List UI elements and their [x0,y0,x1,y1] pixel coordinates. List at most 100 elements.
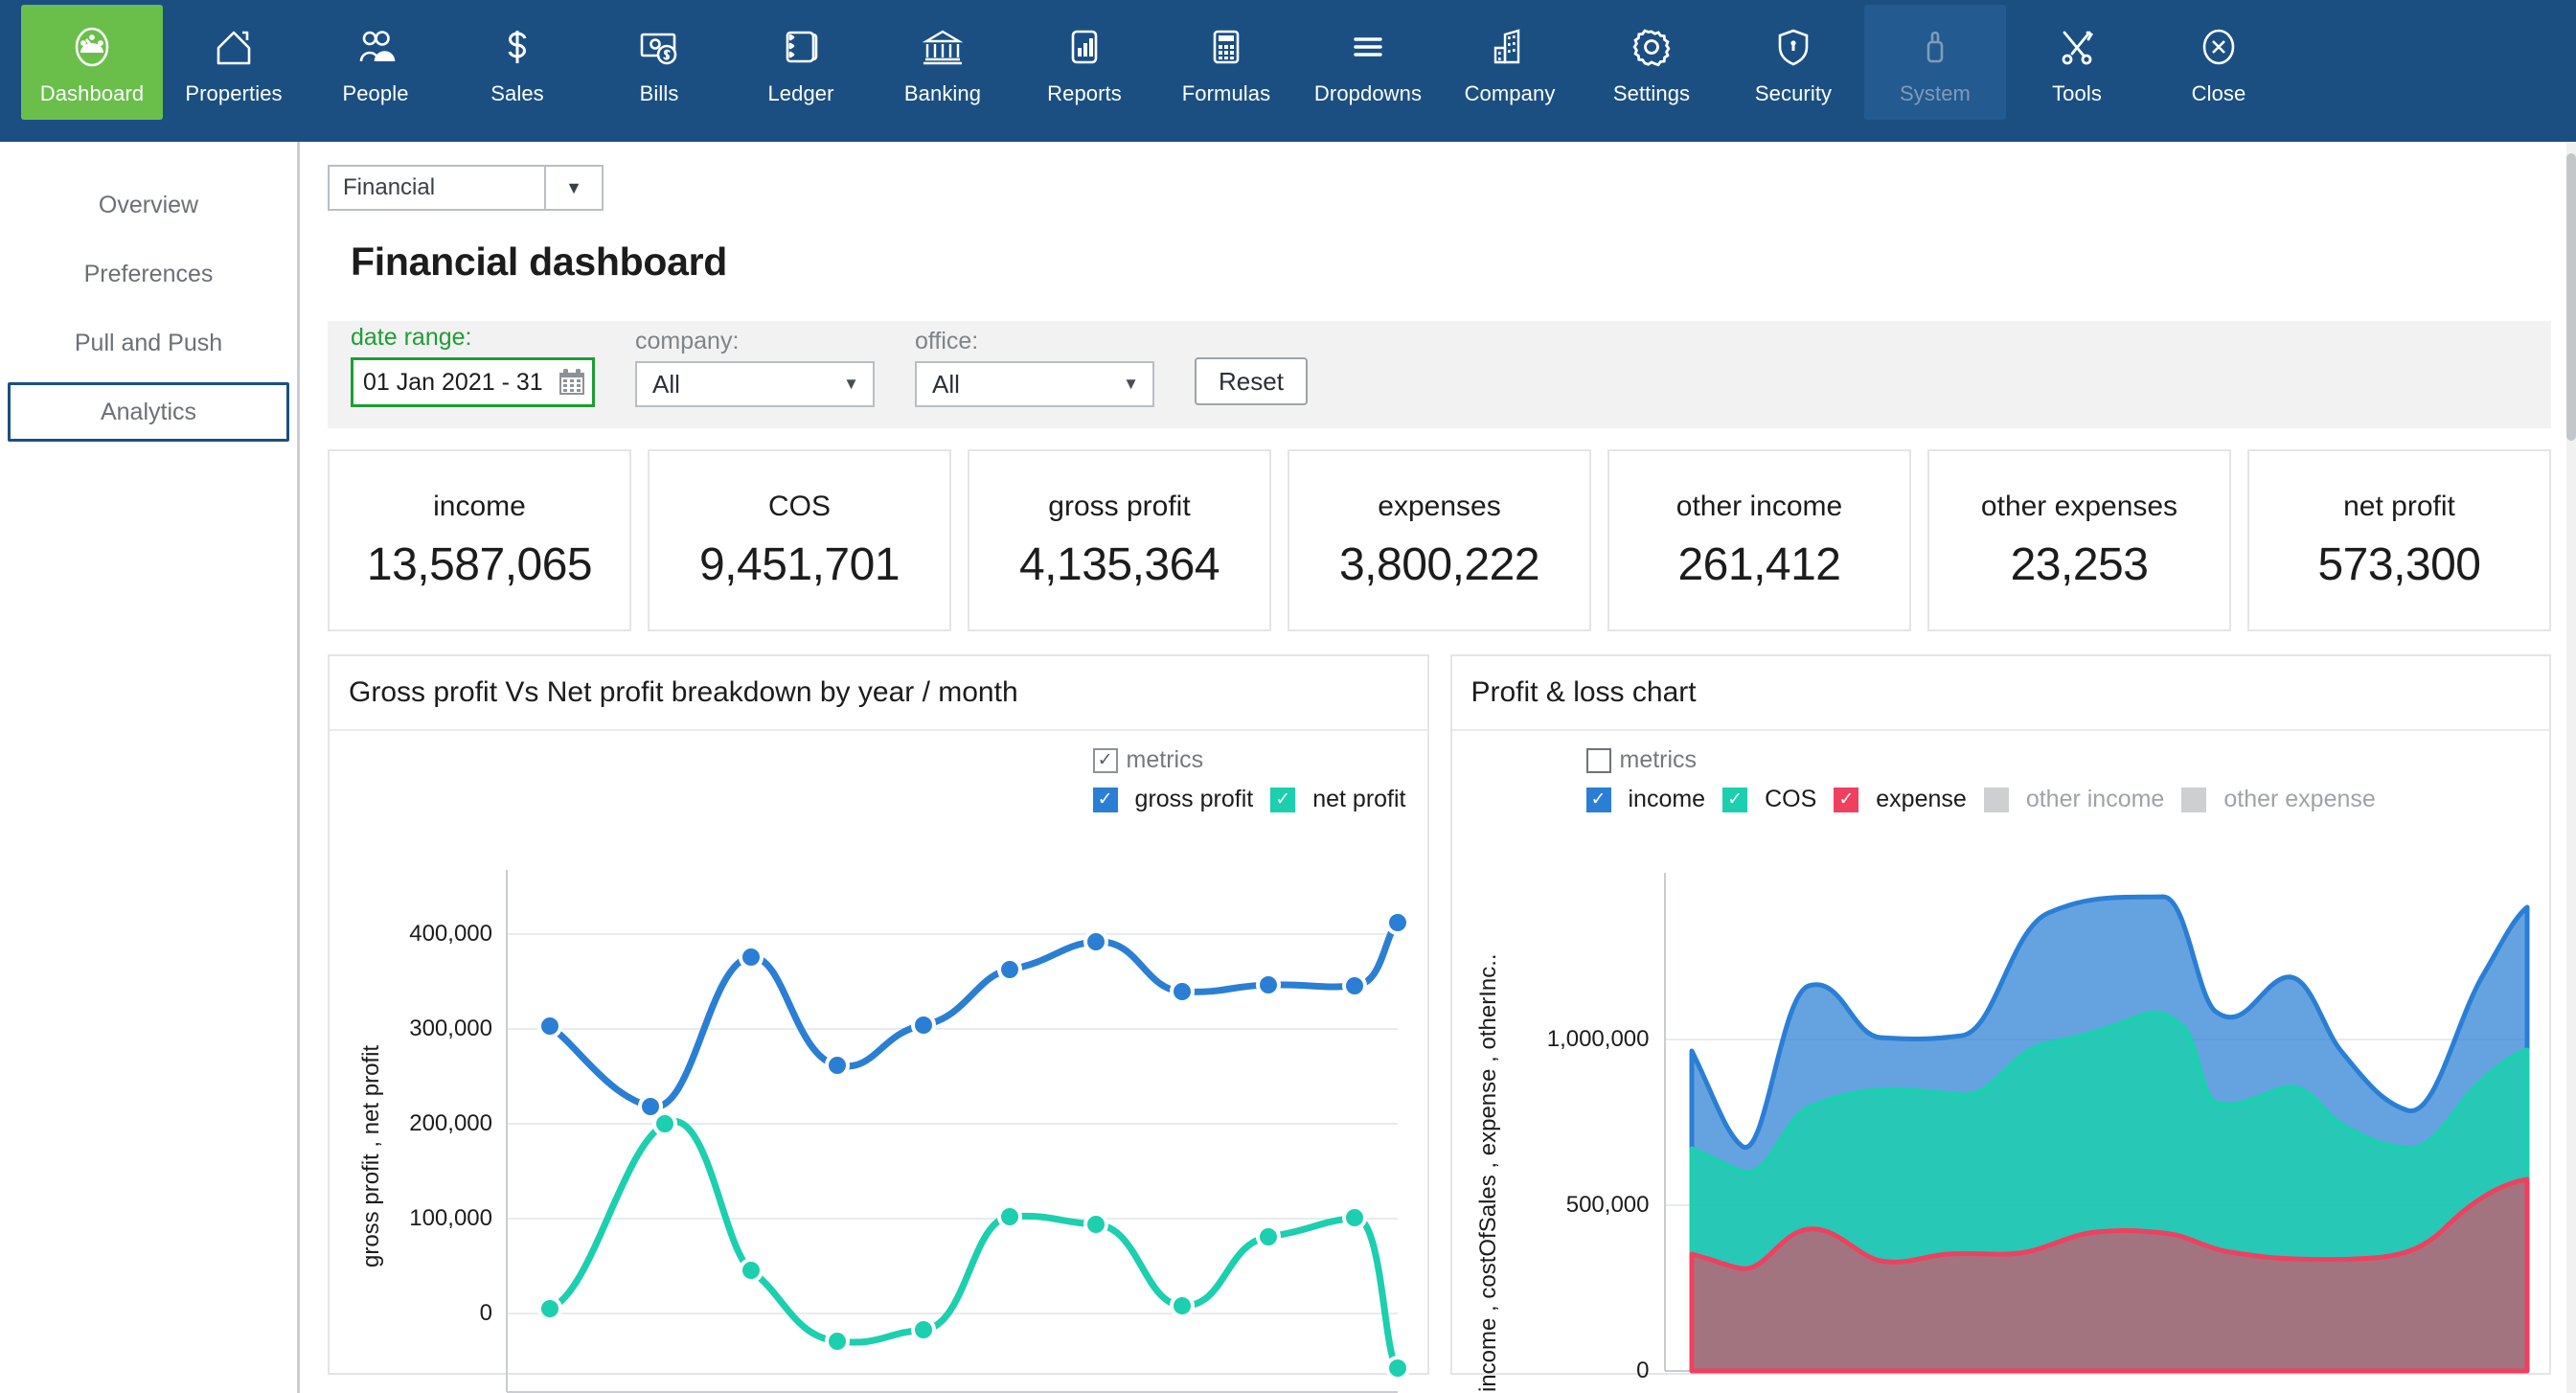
kpi-card-net-profit: net profit 573,300 [2247,449,2551,631]
date-range-field: date range: 01 Jan 2021 - 31 [351,324,595,407]
legend-item-gross-profit[interactable]: ✓ gross profit [1092,786,1253,813]
kpi-value: 3,800,222 [1338,538,1540,590]
legend-series-row: ✓ gross profit ✓ net profit [1092,786,1406,813]
nav-item-company[interactable]: Company [1439,5,1581,120]
legend-profit-loss: metrics ✓ income ✓ COS ✓ expense other i… [1585,746,2376,813]
office-value: All [932,369,960,399]
gauge-icon [69,20,115,74]
tools-icon [2055,20,2099,74]
nav-item-label: Reports [1047,81,1122,105]
chart-panel-profit-loss: Profit & loss chart metrics ✓ income ✓ C… [1449,654,2551,1392]
nav-item-label: Security [1754,81,1833,105]
nav-item-people[interactable]: People [305,5,446,120]
sidebar-item-preferences[interactable]: Preferences [8,244,289,304]
legend-label: expense [1876,786,1967,812]
kpi-card-other-expenses: other expenses 23,253 [1927,449,2231,631]
top-navigation-bar: Dashboard Properties People Sales Bills … [0,0,2576,142]
reset-button-label: Reset [1219,366,1284,396]
legend-header-row[interactable]: metrics [1585,746,2376,774]
legend-item-expense[interactable]: ✓ expense [1834,786,1967,813]
legend-item-cos[interactable]: ✓ COS [1722,786,1816,813]
company-label: company: [635,328,740,354]
checkbox-gross-profit-icon[interactable]: ✓ [1092,787,1118,812]
nav-item-settings[interactable]: Settings [1581,5,1722,120]
y-tick-label: 300,000 [409,1016,492,1041]
reset-button[interactable]: Reset [1195,357,1308,405]
checkbox-expense-icon[interactable]: ✓ [1834,787,1859,812]
nav-item-security[interactable]: Security [1722,5,1864,120]
checkbox-metrics-icon[interactable] [1585,747,1611,773]
nav-item-reports[interactable]: Reports [1014,5,1155,120]
office-field: office: All ▼ [915,328,1154,407]
nav-item-dashboard[interactable]: Dashboard [21,5,163,120]
legend-item-other-income[interactable]: other income [1983,786,2165,813]
legend-header-row[interactable]: ✓ metrics [1092,746,1406,774]
close-circle-icon [2197,20,2241,74]
calculator-icon [1205,20,1247,74]
nav-item-label: System [1900,81,1971,105]
kpi-label: COS [767,490,831,522]
sidebar-item-label: Preferences [83,260,214,287]
nav-item-properties[interactable]: Properties [163,5,305,120]
nav-item-label: Dropdowns [1313,81,1423,105]
filter-bar: date range: 01 Jan 2021 - 31 company: Al… [328,321,2551,428]
ledger-book-icon [779,20,823,74]
company-select[interactable]: All ▼ [635,361,875,407]
checkbox-income-icon[interactable]: ✓ [1585,787,1611,812]
nav-item-dropdowns[interactable]: Dropdowns [1297,5,1439,120]
page-title: Financial dashboard [351,240,727,284]
page-scrollbar-thumb[interactable] [2566,153,2576,441]
kpi-label: income [433,490,526,522]
nav-item-system[interactable]: System [1864,5,2006,120]
dashboard-type-select[interactable]: Financial ▼ [328,165,604,211]
kpi-card-income: income 13,587,065 [328,449,631,631]
nav-item-bills[interactable]: Bills [588,5,730,120]
y-tick-label: 200,000 [409,1110,492,1136]
kpi-value: 4,135,364 [1018,538,1220,590]
legend-item-income[interactable]: ✓ income [1585,786,1705,813]
legend-label: other income [2025,786,2165,812]
sidebar-item-pull-and-push[interactable]: Pull and Push [8,313,289,373]
kpi-label: other income [1676,490,1843,522]
banknote-dollar-icon [636,20,682,74]
chart-row: Gross profit Vs Net profit breakdown by … [328,654,2551,1393]
date-range-label: date range: [351,324,472,351]
y-tick-label: 100,000 [409,1205,492,1231]
lock-icon [1916,20,1954,74]
left-sidebar: Overview Preferences Pull and Push Analy… [0,142,300,1393]
kpi-value: 261,412 [1677,538,1841,590]
legend-item-net-profit[interactable]: ✓ net profit [1270,786,1406,813]
chart-title-gross-vs-net: Gross profit Vs Net profit breakdown by … [330,656,1427,731]
chevron-down-icon[interactable]: ▼ [544,167,602,209]
checkbox-other-expense-icon[interactable] [2181,787,2207,812]
checkbox-other-income-icon[interactable] [1983,787,2009,812]
chevron-down-icon: ▼ [1123,375,1139,393]
nav-item-sales[interactable]: Sales [446,5,588,120]
sidebar-item-overview[interactable]: Overview [8,175,289,235]
nav-item-banking[interactable]: Banking [872,5,1014,120]
checkbox-cos-icon[interactable]: ✓ [1722,787,1748,812]
y-tick-label: 0 [479,1300,492,1326]
legend-item-other-expense[interactable]: other expense [2181,786,2376,813]
nav-item-formulas[interactable]: Formulas [1155,5,1297,120]
office-select[interactable]: All ▼ [915,361,1154,407]
date-range-value: 01 Jan 2021 - 31 [363,368,543,396]
sidebar-item-analytics[interactable]: Analytics [8,382,289,442]
nav-item-ledger[interactable]: Ledger [730,5,872,120]
nav-item-label: Dashboard [39,81,145,105]
checkbox-net-profit-icon[interactable]: ✓ [1270,787,1296,812]
office-label: office: [915,328,979,354]
nav-item-label: Tools [2052,81,2102,105]
calendar-icon[interactable] [558,368,586,397]
nav-item-close[interactable]: Close [2148,5,2290,120]
kpi-label: net profit [2343,490,2455,522]
chart-body-gross-vs-net: ✓ metrics ✓ gross profit ✓ net profit gr… [330,731,1427,1393]
company-field: company: All ▼ [635,328,875,407]
checkbox-metrics-icon[interactable]: ✓ [1092,747,1118,773]
main-content: Financial ▼ Financial dashboard date ran… [303,142,2576,1393]
chart-body-profit-loss: metrics ✓ income ✓ COS ✓ expense other i… [1452,731,2550,1392]
date-range-input[interactable]: 01 Jan 2021 - 31 [351,357,595,407]
legend-label: net profit [1312,786,1406,812]
nav-item-tools[interactable]: Tools [2006,5,2148,120]
office-building-icon [1488,20,1532,74]
